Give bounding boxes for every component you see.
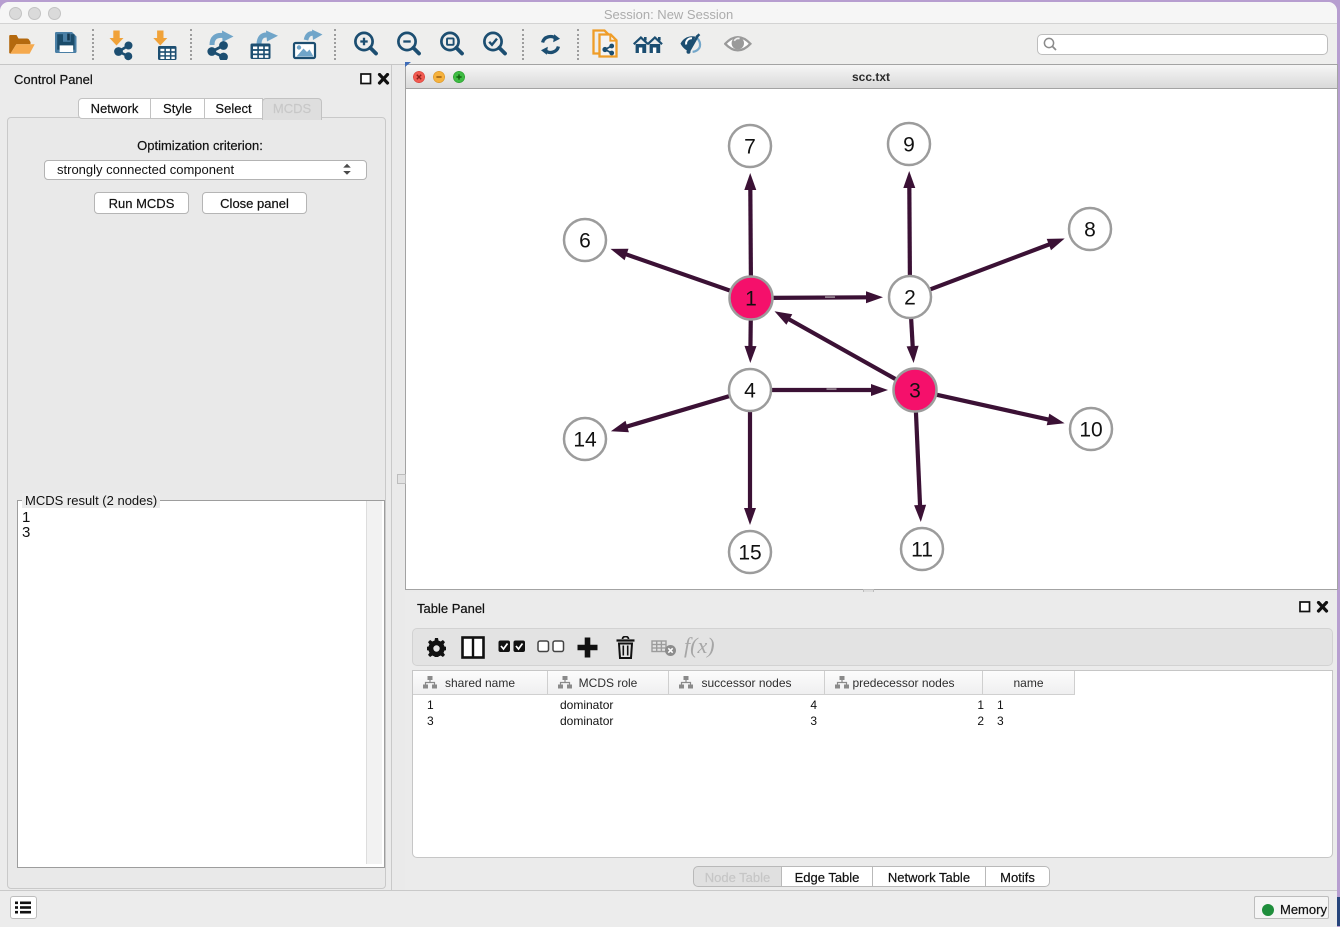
svg-text:6: 6 bbox=[579, 230, 591, 253]
svg-text:15: 15 bbox=[738, 542, 761, 565]
svg-text:11: 11 bbox=[911, 539, 933, 562]
svg-text:7: 7 bbox=[744, 136, 756, 159]
svg-text:2: 2 bbox=[904, 287, 916, 310]
svg-text:3: 3 bbox=[909, 380, 921, 403]
svg-text:8: 8 bbox=[1084, 219, 1096, 242]
svg-text:9: 9 bbox=[903, 134, 915, 157]
svg-text:1: 1 bbox=[745, 288, 757, 311]
svg-text:10: 10 bbox=[1079, 419, 1102, 442]
svg-text:4: 4 bbox=[744, 380, 756, 403]
svg-text:14: 14 bbox=[573, 429, 597, 452]
